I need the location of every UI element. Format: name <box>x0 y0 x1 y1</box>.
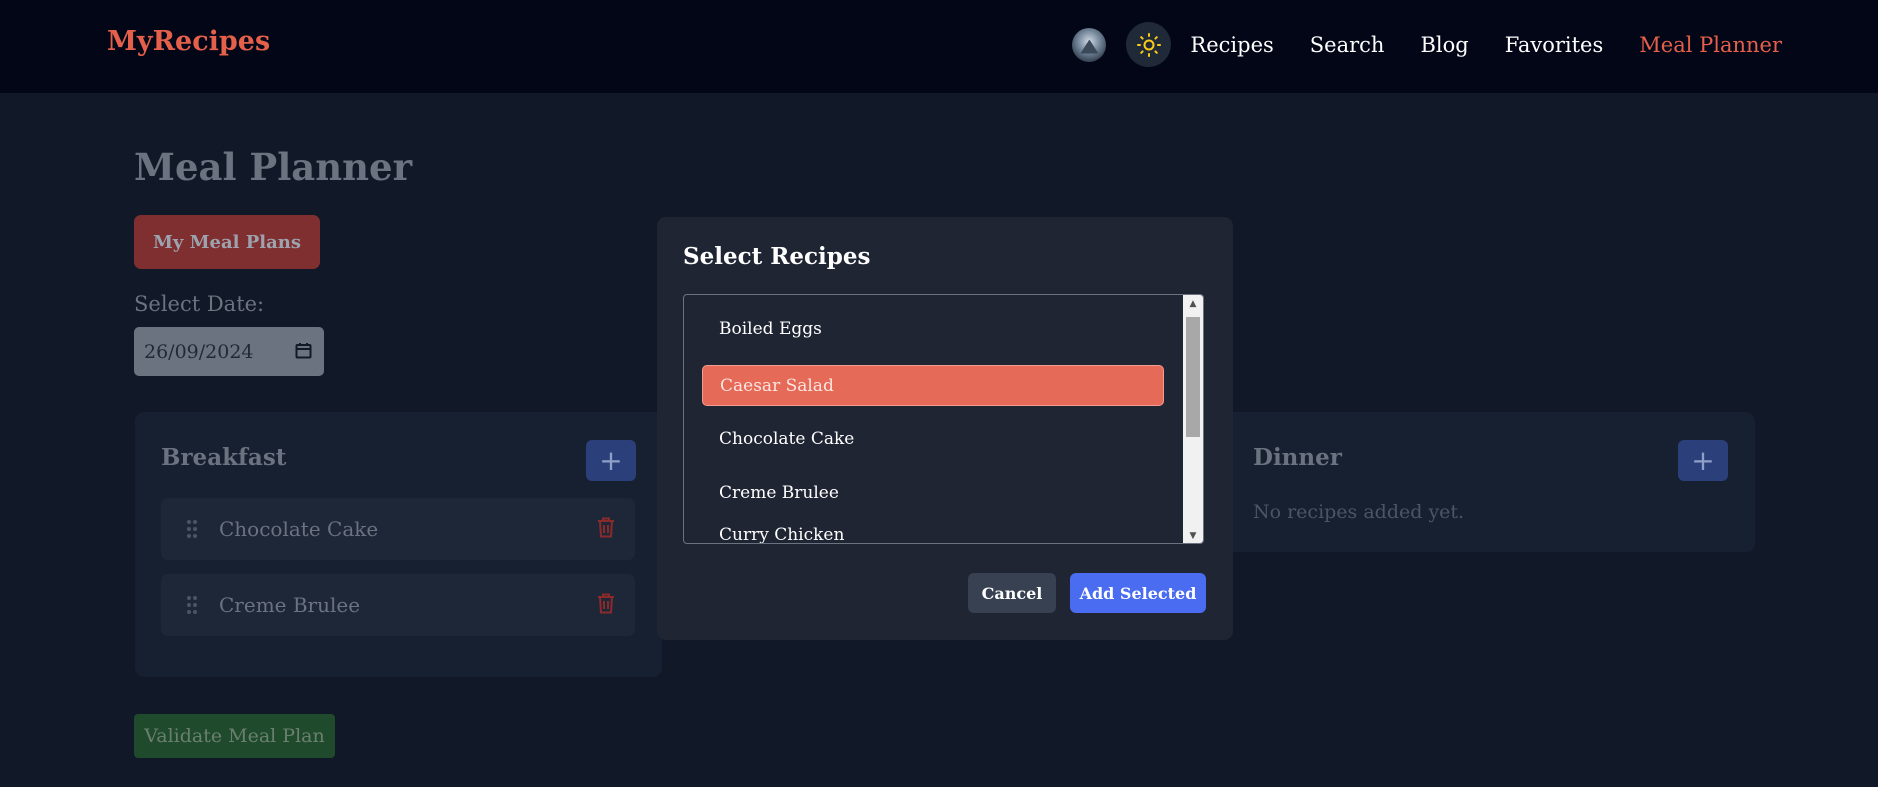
theme-toggle-button[interactable] <box>1126 22 1172 67</box>
nav-blog[interactable]: Blog <box>1420 33 1468 57</box>
recipe-option[interactable]: Boiled Eggs <box>702 308 1164 349</box>
add-breakfast-button[interactable]: + <box>586 440 636 481</box>
my-meal-plans-button[interactable]: My Meal Plans <box>134 215 320 269</box>
breakfast-card: Breakfast + Chocolate Cake Creme Brulee <box>135 412 662 677</box>
recipe-option-selected[interactable]: Caesar Salad <box>702 365 1164 406</box>
calendar-icon[interactable] <box>295 342 312 359</box>
cancel-button[interactable]: Cancel <box>968 573 1056 613</box>
nav-meal-planner[interactable]: Meal Planner <box>1639 33 1782 57</box>
scroll-down-icon[interactable]: ▼ <box>1183 527 1203 543</box>
date-value: 26/09/2024 <box>144 340 254 363</box>
nav-search[interactable]: Search <box>1310 33 1385 57</box>
recipe-option[interactable]: Curry Chicken <box>702 523 1164 543</box>
date-label: Select Date: <box>134 292 265 316</box>
date-input[interactable]: 26/09/2024 <box>134 327 324 376</box>
modal-title: Select Recipes <box>683 243 871 270</box>
nav-bar: Recipes Search Blog Favorites Meal Plann… <box>1072 22 1782 67</box>
breakfast-title: Breakfast <box>161 444 287 471</box>
dinner-title: Dinner <box>1253 444 1342 471</box>
plus-icon: + <box>599 444 623 477</box>
scroll-up-icon[interactable]: ▲ <box>1183 295 1203 313</box>
empty-state-text: No recipes added yet. <box>1253 501 1465 523</box>
meal-item-name: Chocolate Cake <box>219 517 379 541</box>
add-dinner-button[interactable]: + <box>1678 440 1728 481</box>
drag-handle-icon[interactable] <box>186 595 198 615</box>
recipe-option[interactable]: Creme Brulee <box>702 472 1164 513</box>
scroll-thumb[interactable] <box>1186 317 1200 437</box>
scrollbar[interactable]: ▲ ▼ <box>1183 295 1203 543</box>
avatar[interactable] <box>1072 27 1107 62</box>
add-selected-button[interactable]: Add Selected <box>1070 573 1206 613</box>
dinner-card: Dinner + No recipes added yet. <box>1215 412 1755 552</box>
top-navbar: MyRecipes Recipes Search Blog Favorites … <box>0 0 1878 93</box>
nav-favorites[interactable]: Favorites <box>1505 33 1604 57</box>
meal-item-name: Creme Brulee <box>219 593 361 617</box>
trash-icon[interactable] <box>597 517 615 538</box>
nav-recipes[interactable]: Recipes <box>1190 33 1273 57</box>
validate-meal-plan-button[interactable]: Validate Meal Plan <box>134 714 335 758</box>
logo[interactable]: MyRecipes <box>107 26 270 57</box>
sun-icon <box>1136 32 1161 57</box>
page-title: Meal Planner <box>134 145 413 189</box>
drag-handle-icon[interactable] <box>186 519 198 539</box>
plus-icon: + <box>1691 444 1715 477</box>
recipe-option[interactable]: Chocolate Cake <box>702 418 1164 459</box>
list-item[interactable]: Chocolate Cake <box>161 498 635 560</box>
select-recipes-modal: Select Recipes Boiled Eggs Caesar Salad … <box>657 217 1233 640</box>
list-item[interactable]: Creme Brulee <box>161 574 635 636</box>
recipe-select-list[interactable]: Boiled Eggs Caesar Salad Chocolate Cake … <box>683 294 1204 544</box>
trash-icon[interactable] <box>597 593 615 614</box>
